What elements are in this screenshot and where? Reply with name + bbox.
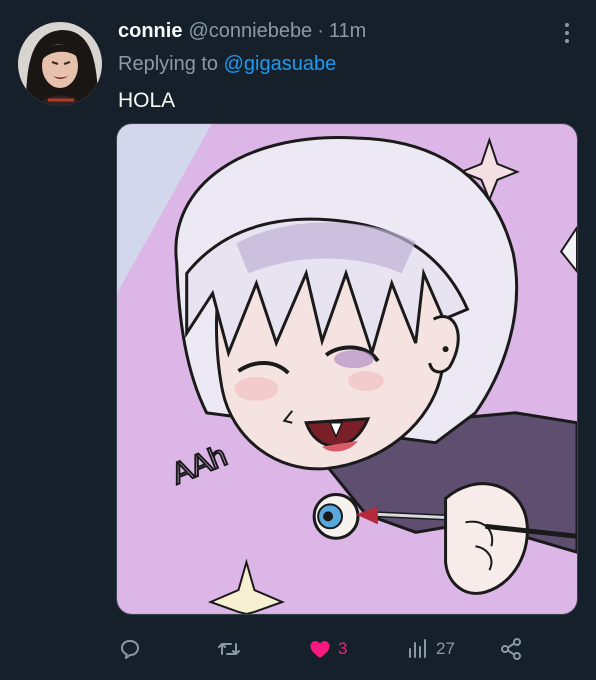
replying-to: Replying to @gigasuabe [118, 53, 336, 76]
retweet-icon [218, 643, 240, 655]
more-options-button[interactable] [556, 20, 578, 46]
heart-filled-icon [310, 641, 330, 658]
like-count: 3 [338, 639, 348, 658]
bar-chart-icon [409, 639, 426, 658]
drawing-illustration: AAh [117, 124, 577, 614]
comment-icon [121, 640, 139, 659]
display-name[interactable]: connie [118, 20, 182, 43]
tweet[interactable]: connie @conniebebe · 11m Replying to @gi… [0, 0, 596, 680]
reply-button[interactable] [118, 632, 142, 666]
share-button[interactable] [499, 632, 523, 666]
replying-to-label: Replying to [118, 53, 224, 75]
tweet-header: connie @conniebebe · 11m [118, 20, 366, 43]
like-button[interactable]: 3 [308, 632, 347, 666]
tweet-image[interactable]: AAh [116, 123, 578, 615]
timestamp[interactable]: 11m [329, 20, 366, 43]
avatar[interactable] [18, 22, 102, 106]
more-dot [565, 39, 569, 43]
more-dot [565, 31, 569, 35]
share-icon [501, 638, 521, 660]
user-handle[interactable]: @conniebebe [188, 20, 312, 43]
views-button[interactable]: 27 [406, 632, 455, 666]
separator-dot: · [317, 20, 324, 42]
tweet-text: HOLA [118, 89, 176, 112]
retweet-button[interactable] [217, 632, 241, 666]
action-bar: 3 27 [0, 632, 596, 666]
more-vertical-icon [565, 23, 569, 27]
avatar-image [18, 22, 102, 106]
replying-to-link[interactable]: @gigasuabe [224, 53, 337, 75]
view-count: 27 [436, 639, 455, 658]
